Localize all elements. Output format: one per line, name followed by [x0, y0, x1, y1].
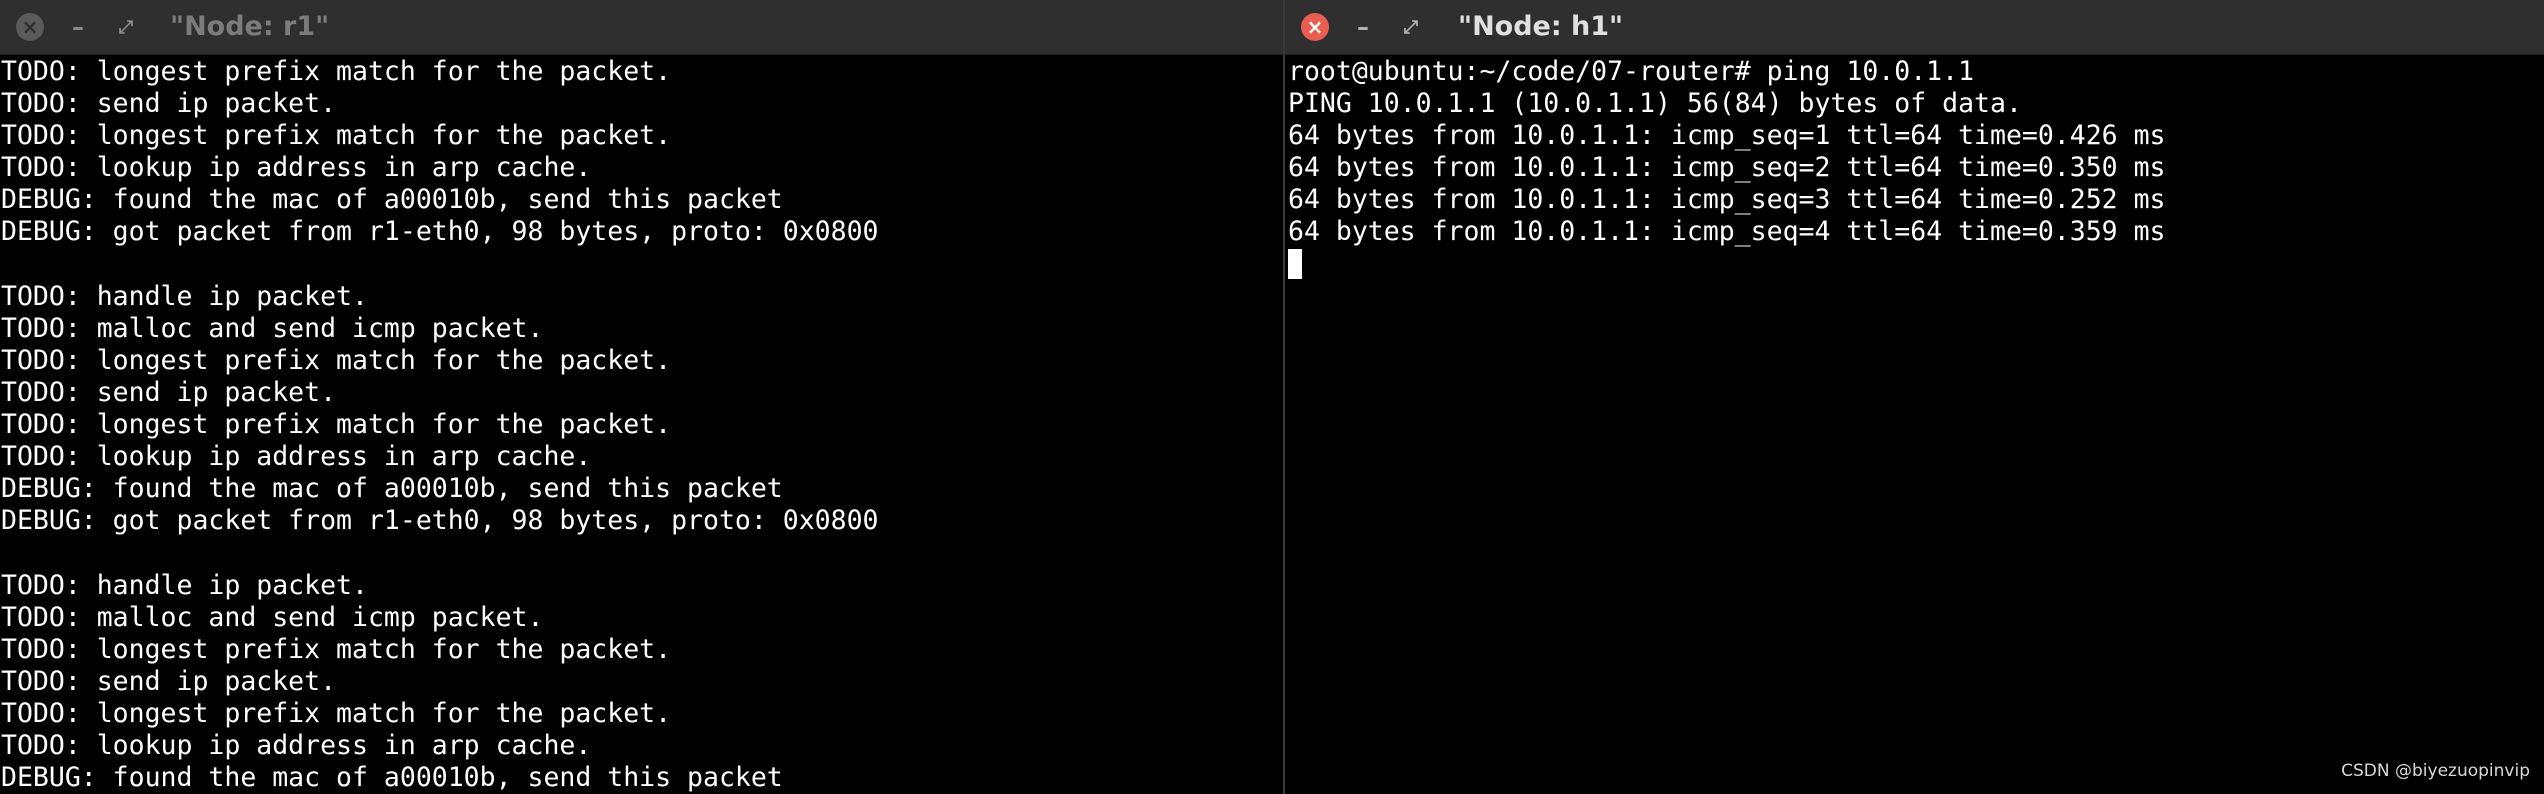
maximize-button-r1[interactable]: ⤢: [112, 13, 140, 41]
terminal-line: TODO: longest prefix match for the packe…: [1, 633, 672, 665]
terminal-line: TODO: longest prefix match for the packe…: [1, 120, 672, 152]
titlebar-r1[interactable]: × – ⤢ "Node: r1": [0, 0, 1283, 55]
terminal-window-h1[interactable]: × – ⤢ "Node: h1" root@ubuntu:~/code/07-r…: [1285, 0, 2544, 794]
terminal-output-h1[interactable]: root@ubuntu:~/code/07-router# ping 10.0.…: [1288, 56, 2544, 794]
maximize-icon: ⤢: [118, 16, 134, 38]
maximize-icon: ⤢: [1403, 16, 1419, 38]
terminal-line: TODO: longest prefix match for the packe…: [1, 344, 672, 376]
terminal-window-r1[interactable]: × – ⤢ "Node: r1" TODO: longest prefix ma…: [0, 0, 1283, 794]
window-title-h1: "Node: h1": [1458, 11, 1624, 42]
desktop: × – ⤢ "Node: r1" TODO: longest prefix ma…: [0, 0, 2544, 794]
terminal-line: root@ubuntu:~/code/07-router# ping 10.0.…: [1288, 56, 1975, 87]
terminal-line: TODO: lookup ip address in arp cache.: [1, 729, 592, 761]
terminal-line: DEBUG: found the mac of a00010b, send th…: [1, 184, 783, 216]
terminal-line: 64 bytes from 10.0.1.1: icmp_seq=2 ttl=6…: [1288, 152, 2166, 184]
terminal-line: TODO: longest prefix match for the packe…: [1, 56, 672, 87]
terminal-prompt-line: [1288, 248, 2544, 281]
terminal-line: TODO: lookup ip address in arp cache.: [1, 152, 592, 184]
terminal-line: TODO: malloc and send icmp packet.: [1, 601, 544, 633]
close-button-h1[interactable]: ×: [1301, 13, 1329, 41]
window-title-r1: "Node: r1": [170, 11, 330, 42]
terminal-line: TODO: handle ip packet.: [1, 569, 368, 601]
terminal-line: TODO: lookup ip address in arp cache.: [1, 441, 592, 473]
terminal-output-r1[interactable]: TODO: longest prefix match for the packe…: [1, 56, 1283, 794]
terminal-line: TODO: malloc and send icmp packet.: [1, 312, 544, 344]
terminal-line: 64 bytes from 10.0.1.1: icmp_seq=4 ttl=6…: [1288, 216, 2166, 248]
terminal-line: DEBUG: found the mac of a00010b, send th…: [1, 473, 783, 505]
terminal-line: DEBUG: got packet from r1-eth0, 98 bytes…: [1, 216, 879, 248]
minimize-button-h1[interactable]: –: [1349, 13, 1377, 41]
terminal-line: PING 10.0.1.1 (10.0.1.1) 56(84) bytes of…: [1288, 88, 2022, 120]
titlebar-h1[interactable]: × – ⤢ "Node: h1": [1285, 0, 2544, 55]
maximize-button-h1[interactable]: ⤢: [1397, 13, 1425, 41]
terminal-line: 64 bytes from 10.0.1.1: icmp_seq=3 ttl=6…: [1288, 184, 2166, 216]
close-icon: ×: [21, 15, 39, 39]
watermark: CSDN @biyezuopinvip: [2341, 761, 2530, 781]
minimize-button-r1[interactable]: –: [64, 13, 92, 41]
close-button-r1[interactable]: ×: [16, 13, 44, 41]
minimize-icon: –: [72, 13, 84, 41]
terminal-line: DEBUG: found the mac of a00010b, send th…: [1, 762, 783, 794]
minimize-icon: –: [1357, 13, 1369, 41]
terminal-line: TODO: send ip packet.: [1, 88, 337, 120]
close-icon: ×: [1306, 15, 1324, 39]
terminal-line: 64 bytes from 10.0.1.1: icmp_seq=1 ttl=6…: [1288, 120, 2166, 152]
terminal-line: TODO: longest prefix match for the packe…: [1, 409, 672, 441]
terminal-cursor: [1288, 248, 1302, 279]
terminal-line: TODO: send ip packet.: [1, 376, 337, 408]
terminal-line: DEBUG: got packet from r1-eth0, 98 bytes…: [1, 505, 879, 537]
terminal-line: TODO: handle ip packet.: [1, 280, 368, 312]
terminal-line: TODO: longest prefix match for the packe…: [1, 697, 672, 729]
terminal-line: TODO: send ip packet.: [1, 665, 337, 697]
